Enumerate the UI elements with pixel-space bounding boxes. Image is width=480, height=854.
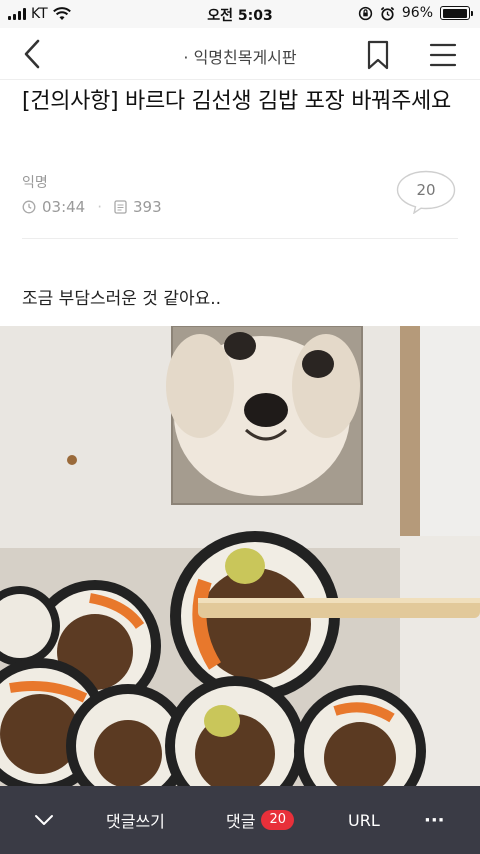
more-options-button[interactable]: ···: [424, 786, 445, 854]
post-author: 익명: [22, 175, 48, 191]
post-meta: 03:44 · 393: [22, 198, 162, 216]
bookmark-icon[interactable]: [364, 40, 392, 70]
comment-count: 20: [416, 181, 436, 199]
comments-button[interactable]: 댓글 20: [226, 786, 294, 854]
chevron-down-icon: [35, 815, 53, 825]
url-button[interactable]: URL: [348, 786, 380, 854]
post-photo[interactable]: [0, 326, 480, 786]
collapse-button[interactable]: [34, 786, 54, 854]
app-header: · 익명친목게시판: [0, 28, 480, 80]
divider: [22, 238, 458, 239]
clock-icon: [22, 200, 36, 214]
write-comment-button[interactable]: 댓글쓰기: [106, 786, 165, 854]
views-icon: [114, 200, 127, 214]
orientation-lock-icon: [358, 6, 373, 20]
comments-label: 댓글: [226, 812, 256, 831]
post-views: 393: [133, 198, 162, 216]
status-bar: KT 오전 5:03 96%: [0, 0, 480, 28]
hamburger-menu-icon[interactable]: [428, 42, 458, 68]
comment-count-bubble[interactable]: 20: [396, 170, 456, 215]
post-title: [건의사항] 바르다 김선생 김밥 포장 바꿔주세요: [22, 89, 451, 114]
comments-count-badge: 20: [261, 810, 294, 830]
meta-separator: ·: [97, 198, 103, 216]
alarm-icon: [380, 6, 395, 21]
post-body: 조금 부담스러운 것 같아요..: [22, 289, 222, 309]
post-time: 03:44: [42, 198, 86, 216]
bottom-toolbar: 댓글쓰기 댓글 20 URL ···: [0, 786, 480, 854]
board-title[interactable]: · 익명친목게시판: [0, 44, 480, 68]
battery-icon: [440, 6, 473, 20]
status-right: 96%: [358, 5, 473, 21]
battery-level: [442, 8, 467, 18]
battery-percent: 96%: [401, 5, 433, 21]
